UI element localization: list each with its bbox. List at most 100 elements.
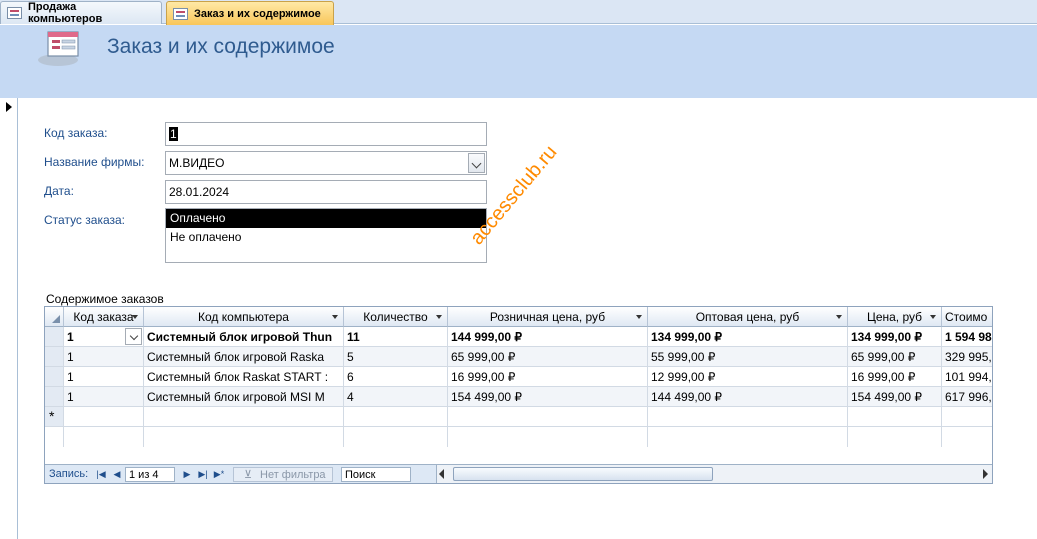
column-header-order-id[interactable]: Код заказа <box>64 307 144 327</box>
column-header-wholesale-price[interactable]: Оптовая цена, руб <box>648 307 848 327</box>
empty-cell <box>144 427 344 447</box>
new-record-icon[interactable]: * <box>45 407 64 427</box>
cell-order-id[interactable]: 1 <box>64 327 144 347</box>
cell-wholesale-price[interactable]: 55 999,00 ₽ <box>648 347 848 367</box>
current-record-arrow-icon <box>6 102 12 112</box>
form-header-icon <box>38 31 79 66</box>
row-selector[interactable] <box>45 347 64 367</box>
cell-retail-price[interactable]: 65 999,00 ₽ <box>448 347 648 367</box>
order-id-label: Код заказа: <box>44 126 108 140</box>
empty-cell[interactable] <box>848 407 942 427</box>
dropdown-arrow-icon[interactable] <box>836 315 842 319</box>
row-selector[interactable] <box>45 327 64 347</box>
cell-price[interactable]: 65 999,00 ₽ <box>848 347 942 367</box>
status-option-paid[interactable]: Оплачено <box>166 209 486 228</box>
form-icon <box>173 7 188 20</box>
dropdown-arrow-icon[interactable] <box>436 315 442 319</box>
cell-order-id[interactable]: 1 <box>64 347 144 367</box>
document-tabs: Продажа компьютеров Заказ и их содержимо… <box>0 0 1037 25</box>
datasheet-header: Код заказа Код компьютера Количество Роз… <box>45 307 992 327</box>
empty-cell[interactable] <box>448 407 648 427</box>
table-row[interactable]: 1 Системный блок игровой Raska 5 65 999,… <box>45 347 992 367</box>
cell-wholesale-price[interactable]: 134 999,00 ₽ <box>648 327 848 347</box>
order-contents-datasheet[interactable]: Код заказа Код компьютера Количество Роз… <box>44 306 993 484</box>
record-selector[interactable] <box>0 98 18 539</box>
date-value: 28.01.2024 <box>169 185 230 199</box>
status-listbox[interactable]: Оплачено Не оплачено <box>165 208 487 263</box>
date-field[interactable]: 28.01.2024 <box>165 180 487 204</box>
column-header-cost[interactable]: Стоимо <box>942 307 992 327</box>
cell-retail-price[interactable]: 16 999,00 ₽ <box>448 367 648 387</box>
column-header-price[interactable]: Цена, руб <box>848 307 942 327</box>
cell-price[interactable]: 16 999,00 ₽ <box>848 367 942 387</box>
table-row[interactable]: 1 Системный блок игровой MSI M 4 154 499… <box>45 387 992 407</box>
cell-computer-id[interactable]: Системный блок игровой Thun <box>144 327 344 347</box>
cell-computer-id[interactable]: Системный блок игровой Raska <box>144 347 344 367</box>
scroll-thumb[interactable] <box>453 467 713 481</box>
empty-cell[interactable] <box>144 407 344 427</box>
new-record-row[interactable]: * <box>45 407 992 427</box>
cell-price[interactable]: 134 999,00 ₽ <box>848 327 942 347</box>
record-position-input[interactable]: 1 из 4 <box>125 467 175 482</box>
status-option-unpaid[interactable]: Не оплачено <box>166 228 486 247</box>
cell-quantity[interactable]: 5 <box>344 347 448 367</box>
date-label: Дата: <box>44 184 74 198</box>
dropdown-arrow-icon[interactable] <box>332 315 338 319</box>
last-record-icon[interactable]: ▶| <box>197 468 209 480</box>
column-header-quantity[interactable]: Количество <box>344 307 448 327</box>
cell-wholesale-price[interactable]: 12 999,00 ₽ <box>648 367 848 387</box>
empty-cell <box>344 427 448 447</box>
search-input[interactable]: Поиск <box>341 467 411 482</box>
empty-cell[interactable] <box>64 407 144 427</box>
scroll-left-icon[interactable] <box>439 469 444 479</box>
empty-cell[interactable] <box>648 407 848 427</box>
cell-quantity[interactable]: 6 <box>344 367 448 387</box>
cell-cost[interactable]: 617 996, <box>942 387 992 407</box>
dropdown-arrow-icon[interactable] <box>132 315 138 319</box>
chevron-down-icon[interactable] <box>468 153 485 173</box>
empty-cell[interactable] <box>942 407 992 427</box>
table-row[interactable]: 1 Системный блок Raskat START : 6 16 999… <box>45 367 992 387</box>
empty-cell[interactable] <box>344 407 448 427</box>
cell-quantity[interactable]: 11 <box>344 327 448 347</box>
form-header: Заказ и их содержимое <box>0 25 1037 98</box>
cell-cost[interactable]: 329 995, <box>942 347 992 367</box>
row-selector[interactable] <box>45 367 64 387</box>
cell-cost[interactable]: 101 994, <box>942 367 992 387</box>
column-header-retail-price[interactable]: Розничная цена, руб <box>448 307 648 327</box>
dropdown-arrow-icon[interactable] <box>636 315 642 319</box>
row-selector[interactable] <box>45 387 64 407</box>
tab-computer-sales[interactable]: Продажа компьютеров <box>0 1 162 25</box>
company-label: Название фирмы: <box>44 155 145 169</box>
cell-computer-id[interactable]: Системный блок Raskat START : <box>144 367 344 387</box>
table-row[interactable]: 1 Системный блок игровой Thun 11 144 999… <box>45 327 992 347</box>
filter-toggle-button[interactable]: Нет фильтра <box>233 467 333 482</box>
previous-record-icon[interactable]: ◀ <box>111 468 123 480</box>
cell-retail-price[interactable]: 144 999,00 ₽ <box>448 327 648 347</box>
cell-cost[interactable]: 1 594 98 <box>942 327 992 347</box>
first-record-icon[interactable]: |◀ <box>95 468 107 480</box>
empty-cell <box>45 427 64 447</box>
order-id-field[interactable]: 1 <box>165 122 487 146</box>
cell-computer-id[interactable]: Системный блок игровой MSI M <box>144 387 344 407</box>
tab-order-contents[interactable]: Заказ и их содержимое <box>166 1 334 25</box>
dropdown-arrow-icon[interactable] <box>930 315 936 319</box>
new-record-nav-icon[interactable]: ▶* <box>213 468 225 480</box>
chevron-down-icon[interactable] <box>125 328 142 345</box>
select-all-corner[interactable] <box>45 307 64 327</box>
cell-order-id[interactable]: 1 <box>64 387 144 407</box>
cell-retail-price[interactable]: 154 499,00 ₽ <box>448 387 648 407</box>
cell-order-id[interactable]: 1 <box>64 367 144 387</box>
form-title: Заказ и их содержимое <box>107 35 335 58</box>
cell-wholesale-price[interactable]: 144 499,00 ₽ <box>648 387 848 407</box>
empty-cell <box>448 427 648 447</box>
next-record-icon[interactable]: ▶ <box>181 468 193 480</box>
horizontal-scrollbar[interactable] <box>436 465 992 483</box>
company-combobox[interactable]: М.ВИДЕО <box>165 151 487 175</box>
tab-label: Продажа компьютеров <box>27 1 103 25</box>
scroll-right-icon[interactable] <box>983 469 988 479</box>
blank-row <box>45 427 992 447</box>
cell-price[interactable]: 154 499,00 ₽ <box>848 387 942 407</box>
column-header-computer-id[interactable]: Код компьютера <box>144 307 344 327</box>
cell-quantity[interactable]: 4 <box>344 387 448 407</box>
